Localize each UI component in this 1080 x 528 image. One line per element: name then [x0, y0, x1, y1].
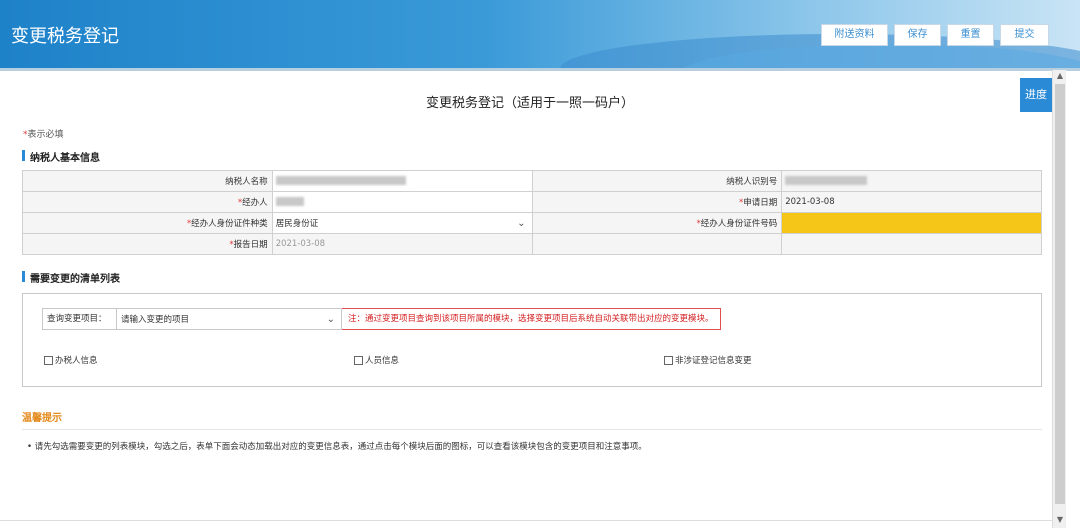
- tips-title: 温馨提示: [22, 413, 62, 424]
- id-number-label: *经办人身份证件号码: [531, 212, 783, 234]
- apply-date-label: *申请日期: [531, 191, 783, 213]
- vertical-scrollbar[interactable]: ▲ ▼: [1052, 70, 1066, 528]
- header-divider: [0, 68, 1080, 71]
- id-number-input[interactable]: [781, 212, 1042, 234]
- checkbox-icon[interactable]: [664, 355, 673, 365]
- table-row: *报告日期 2021-03-08: [22, 233, 1042, 255]
- query-placeholder: 请输入变更的项目: [121, 315, 190, 325]
- taxpayer-name-label: 纳税人名称: [22, 170, 273, 192]
- chevron-down-icon: ⌄: [326, 313, 335, 325]
- empty-cell: [781, 233, 1042, 255]
- id-type-value: 居民身份证: [275, 219, 319, 229]
- required-note: *表示必填: [23, 127, 64, 140]
- id-type-label: *经办人身份证件种类: [22, 212, 273, 234]
- redacted-text: [785, 176, 868, 185]
- bottom-divider: [0, 520, 1052, 521]
- attach-documents-button[interactable]: 附送资料: [821, 24, 888, 46]
- checkbox-non-license-change[interactable]: 非涉证登记信息变更: [664, 354, 752, 366]
- taxpayer-info-table: 纳税人名称 纳税人识别号 *经办人 *申请日期 2021-03-08 *经办人身…: [22, 170, 1042, 255]
- redacted-text: [275, 176, 406, 185]
- query-label: 查询变更项目：: [42, 308, 116, 330]
- table-row: 纳税人名称 纳税人识别号: [22, 170, 1042, 192]
- section-title-basic-info: 纳税人基本信息: [22, 149, 100, 164]
- report-date-value: 2021-03-08: [271, 233, 533, 255]
- report-date-label: *报告日期: [22, 233, 273, 255]
- agent-value: [271, 191, 533, 213]
- taxpayer-id-label: 纳税人识别号: [531, 170, 783, 192]
- agent-label: *经办人: [22, 191, 273, 213]
- app-title: 变更税务登记: [11, 26, 119, 47]
- checkbox-label: 办税人信息: [55, 356, 98, 366]
- empty-cell: [531, 233, 783, 255]
- query-row: 查询变更项目： 请输入变更的项目 ⌄ 注：通过变更项目查询到该项目所属的模块，选…: [42, 308, 721, 330]
- tips-divider: [22, 429, 1042, 430]
- app-header: 变更税务登记 附送资料 保存 重置 提交: [0, 0, 1080, 68]
- checkbox-taxpayer-agent-info[interactable]: 办税人信息: [44, 354, 98, 366]
- table-row: *经办人 *申请日期 2021-03-08: [22, 191, 1042, 213]
- query-note: 注：通过变更项目查询到该项目所属的模块，选择变更项目后系统自动关联带出对应的变更…: [342, 308, 721, 330]
- checkbox-personnel-info[interactable]: 人员信息: [354, 354, 399, 366]
- scroll-up-icon[interactable]: ▲: [1053, 70, 1067, 82]
- checkbox-icon[interactable]: [44, 355, 53, 365]
- chevron-down-icon: ⌄: [517, 217, 526, 229]
- reset-button[interactable]: 重置: [947, 24, 994, 46]
- scroll-down-icon[interactable]: ▼: [1053, 514, 1067, 526]
- apply-date-value: 2021-03-08: [781, 191, 1042, 213]
- table-row: *经办人身份证件种类 居民身份证 ⌄ *经办人身份证件号码: [22, 212, 1042, 234]
- section-title-change-list: 需要变更的清单列表: [22, 270, 120, 285]
- query-change-item-select[interactable]: 请输入变更的项目 ⌄: [116, 308, 342, 330]
- submit-button[interactable]: 提交: [1000, 24, 1049, 46]
- checkbox-label: 人员信息: [365, 356, 400, 366]
- tips-text: • 请先勾选需要变更的列表模块，勾选之后，表单下面会动态加载出对应的变更信息表，…: [27, 442, 647, 452]
- change-list-panel: 查询变更项目： 请输入变更的项目 ⌄ 注：通过变更项目查询到该项目所属的模块，选…: [22, 293, 1042, 387]
- redacted-text: [275, 197, 304, 206]
- checkbox-label: 非涉证登记信息变更: [675, 356, 752, 366]
- checkbox-icon[interactable]: [354, 355, 363, 365]
- id-type-select[interactable]: 居民身份证 ⌄: [271, 212, 533, 234]
- scrollbar-thumb[interactable]: [1055, 84, 1065, 504]
- taxpayer-name-value: [271, 170, 533, 192]
- taxpayer-id-value: [781, 170, 1042, 192]
- required-note-text: 表示必填: [27, 130, 64, 140]
- page-title: 变更税务登记（适用于一照一码户）: [425, 96, 634, 111]
- save-button[interactable]: 保存: [894, 24, 941, 46]
